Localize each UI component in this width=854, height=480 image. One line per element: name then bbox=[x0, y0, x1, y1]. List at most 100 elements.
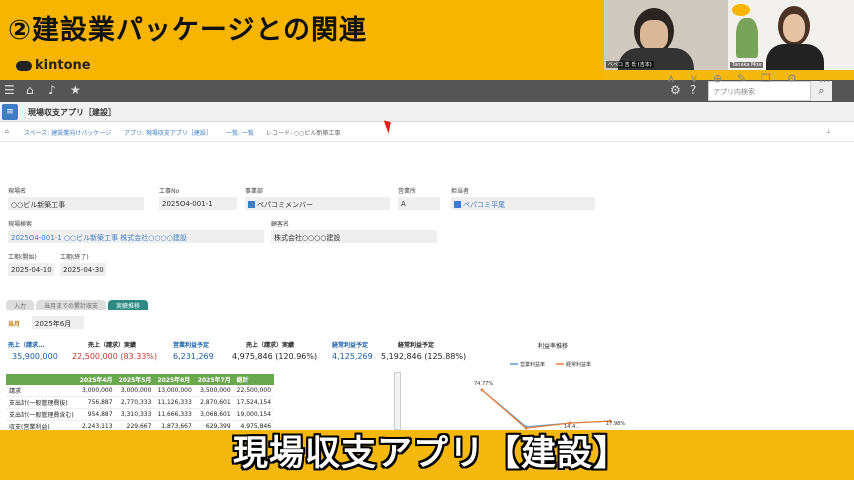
table-cell: 11,126,333 bbox=[154, 396, 195, 409]
client-label: 顧客名 bbox=[271, 221, 290, 228]
end-label: 工期(終了) bbox=[60, 254, 89, 261]
org-icon bbox=[248, 201, 255, 208]
kpi-head-2: 売上（請求）実績 bbox=[88, 342, 137, 349]
app-icon: ≡ bbox=[2, 104, 18, 120]
app-title: 現場収支アプリ［建設］ bbox=[28, 108, 116, 117]
crumb-app[interactable]: アプリ: 現場収支アプリ［建設］ bbox=[124, 130, 212, 137]
start-label: 工期(開始) bbox=[8, 254, 37, 261]
legend-label: 営業利益率 bbox=[520, 361, 545, 368]
tab-input[interactable]: 入力 bbox=[6, 300, 35, 310]
owner-label: 担当者 bbox=[451, 188, 470, 195]
crumb-space[interactable]: スペース: 建設業向けパッケージ bbox=[24, 130, 111, 137]
site-search-label: 現場検索 bbox=[8, 221, 33, 228]
table-cell: 3,000,000 bbox=[76, 385, 116, 397]
tab-bar: 入力 当月までの累計収支 実績推移 bbox=[6, 300, 149, 310]
tab-cumulative[interactable]: 当月までの累計収支 bbox=[36, 300, 107, 310]
profit-rate-chart: 利益率推移 営業利益率 経常利益率 74.77%14.4... 17.98% bbox=[474, 342, 625, 430]
prev-record-icon[interactable]: ∧ bbox=[667, 72, 675, 86]
user-icon bbox=[454, 201, 461, 208]
kpi-value-6: 5,192,846 (125.88%) bbox=[381, 352, 467, 361]
table-cell: 13,000,000 bbox=[154, 385, 195, 397]
kpi-value-1: 35,900,000 bbox=[12, 352, 58, 361]
month-field: 2025年6月 bbox=[32, 316, 84, 329]
more-icon[interactable]: … bbox=[819, 72, 830, 86]
dept-label: 事業部 bbox=[245, 188, 264, 195]
next-record-icon[interactable]: ∨ bbox=[690, 72, 698, 86]
table-cell: 19,000,154 bbox=[233, 408, 275, 421]
kpi-head-5: 経常利益予定 bbox=[332, 342, 369, 349]
site-name-label: 現場名 bbox=[8, 188, 27, 195]
table-cell: 支出計(一般管理費含む) bbox=[6, 408, 77, 421]
tab-trend[interactable]: 実績推移 bbox=[108, 300, 149, 310]
kpi-head-4: 売上（請求）実績 bbox=[246, 342, 295, 349]
title-banner: ②建設業パッケージとの関連 bbox=[0, 0, 604, 54]
job-no-label: 工事No bbox=[159, 188, 180, 195]
edit-icon[interactable]: ✎ bbox=[737, 72, 746, 86]
app-header: ≡ 現場収支アプリ［建設］ bbox=[0, 102, 854, 122]
table-cell: 請求 bbox=[6, 385, 77, 397]
table-header-row: 2025年4月 2025年5月 2025年6月 2025年7月 総計 bbox=[6, 374, 275, 385]
settings-icon[interactable]: ⚙ bbox=[787, 72, 797, 86]
copy-icon[interactable]: ❐ bbox=[761, 72, 771, 86]
table-cell: 2,870,601 bbox=[194, 396, 234, 409]
kintone-logo: kintone bbox=[16, 58, 91, 73]
table-header: 2025年4月 bbox=[76, 374, 116, 385]
caption-text: 現場収支アプリ【建設】 bbox=[233, 434, 630, 474]
kpi-head-6: 経常利益予定 bbox=[398, 342, 435, 349]
video-panel: ベペコ 吉 氏 (吉本) Tanaka Moe bbox=[604, 0, 854, 70]
table-header: 2025年7月 bbox=[194, 374, 234, 385]
kpi-value-2: 22,500,000 (83.33%) bbox=[72, 352, 158, 361]
camera-name-2: Tanaka Moe bbox=[730, 62, 764, 68]
crumb-list[interactable]: 一覧: 一覧 bbox=[226, 130, 254, 137]
table-cell: 支出計(一般管理費抜) bbox=[6, 396, 77, 409]
kpi-value-3: 6,231,269 bbox=[173, 352, 214, 361]
table-header: 総計 bbox=[233, 374, 275, 385]
table-cell: 17,524,154 bbox=[233, 396, 275, 409]
bell-icon[interactable]: ♪ bbox=[48, 84, 60, 96]
table-row: 請求 3,000,000 3,000,000 13,000,000 3,500,000 2… bbox=[6, 385, 275, 397]
end-field: 2025-04-30 bbox=[60, 263, 106, 276]
crumb-record: レコード: ○○ビル新築工事 bbox=[266, 130, 341, 137]
table-header bbox=[6, 374, 77, 385]
chart-title: 利益率推移 bbox=[538, 342, 568, 350]
logo-text: kintone bbox=[35, 58, 91, 73]
table-cell: 954,887 bbox=[76, 408, 116, 421]
month-label: 当月 bbox=[8, 321, 21, 328]
kpi-value-4: 4,975,846 (120.96%) bbox=[232, 352, 318, 361]
pin-icon[interactable]: ⊥ bbox=[826, 128, 831, 135]
table-row: 支出計(一般管理費含む) 954,887 3,310,333 11,666,333 3,… bbox=[6, 408, 275, 421]
start-field: 2025-04-10 bbox=[8, 263, 54, 276]
legend-label: 経常利益率 bbox=[566, 361, 591, 368]
camera-feed-2: Tanaka Moe bbox=[728, 0, 854, 70]
table-cell: 756,887 bbox=[76, 396, 116, 409]
table-cell: 11,666,333 bbox=[154, 408, 195, 421]
table-scrollbar[interactable] bbox=[394, 372, 401, 430]
job-no-field: 2025O4-001-1 bbox=[159, 197, 237, 210]
cloud-icon bbox=[16, 60, 32, 71]
table-cell: 3,068,601 bbox=[194, 408, 234, 421]
site-search-field[interactable]: 2025O4-001-1 ○○ビル新築工事 株式会社○○○○建設 bbox=[8, 230, 264, 243]
camera-name-1: ベペコ 吉 氏 (吉本) bbox=[606, 61, 654, 68]
kpi-head-1: 売上（請求... bbox=[8, 342, 45, 349]
star-icon[interactable]: ★ bbox=[70, 84, 82, 96]
table-cell: 3,500,000 bbox=[194, 385, 234, 397]
data-label: 74.77% bbox=[474, 381, 493, 387]
series-line bbox=[481, 389, 611, 429]
office-label: 営業所 bbox=[398, 188, 417, 195]
home-crumb-icon[interactable]: ⌂ bbox=[5, 128, 9, 135]
banner-title: ②建設業パッケージとの関連 bbox=[8, 15, 368, 46]
owner-field[interactable]: ペパコミ平尾 bbox=[451, 197, 595, 210]
table-cell: 22,500,000 bbox=[233, 385, 275, 397]
dept-field: ペパコミメンバー bbox=[245, 197, 390, 210]
table-row: 支出計(一般管理費抜) 756,887 2,770,333 11,126,333 2,8… bbox=[6, 396, 275, 409]
table-cell: 3,310,333 bbox=[115, 408, 155, 421]
add-icon[interactable]: ⊕ bbox=[713, 72, 722, 86]
office-field: A bbox=[398, 197, 440, 210]
home-icon[interactable]: ⌂ bbox=[26, 84, 38, 96]
kpi-value-5: 4,125,269 bbox=[332, 352, 373, 361]
site-name-field: ○○ビル新築工事 bbox=[8, 197, 144, 210]
menu-icon[interactable]: ☰ bbox=[4, 84, 16, 96]
client-field: 株式会社○○○○建設 bbox=[271, 230, 437, 243]
table-header: 2025年6月 bbox=[154, 374, 195, 385]
breadcrumb: ⌂ スペース: 建設業向けパッケージ アプリ: 現場収支アプリ［建設］ 一覧: … bbox=[0, 122, 854, 142]
